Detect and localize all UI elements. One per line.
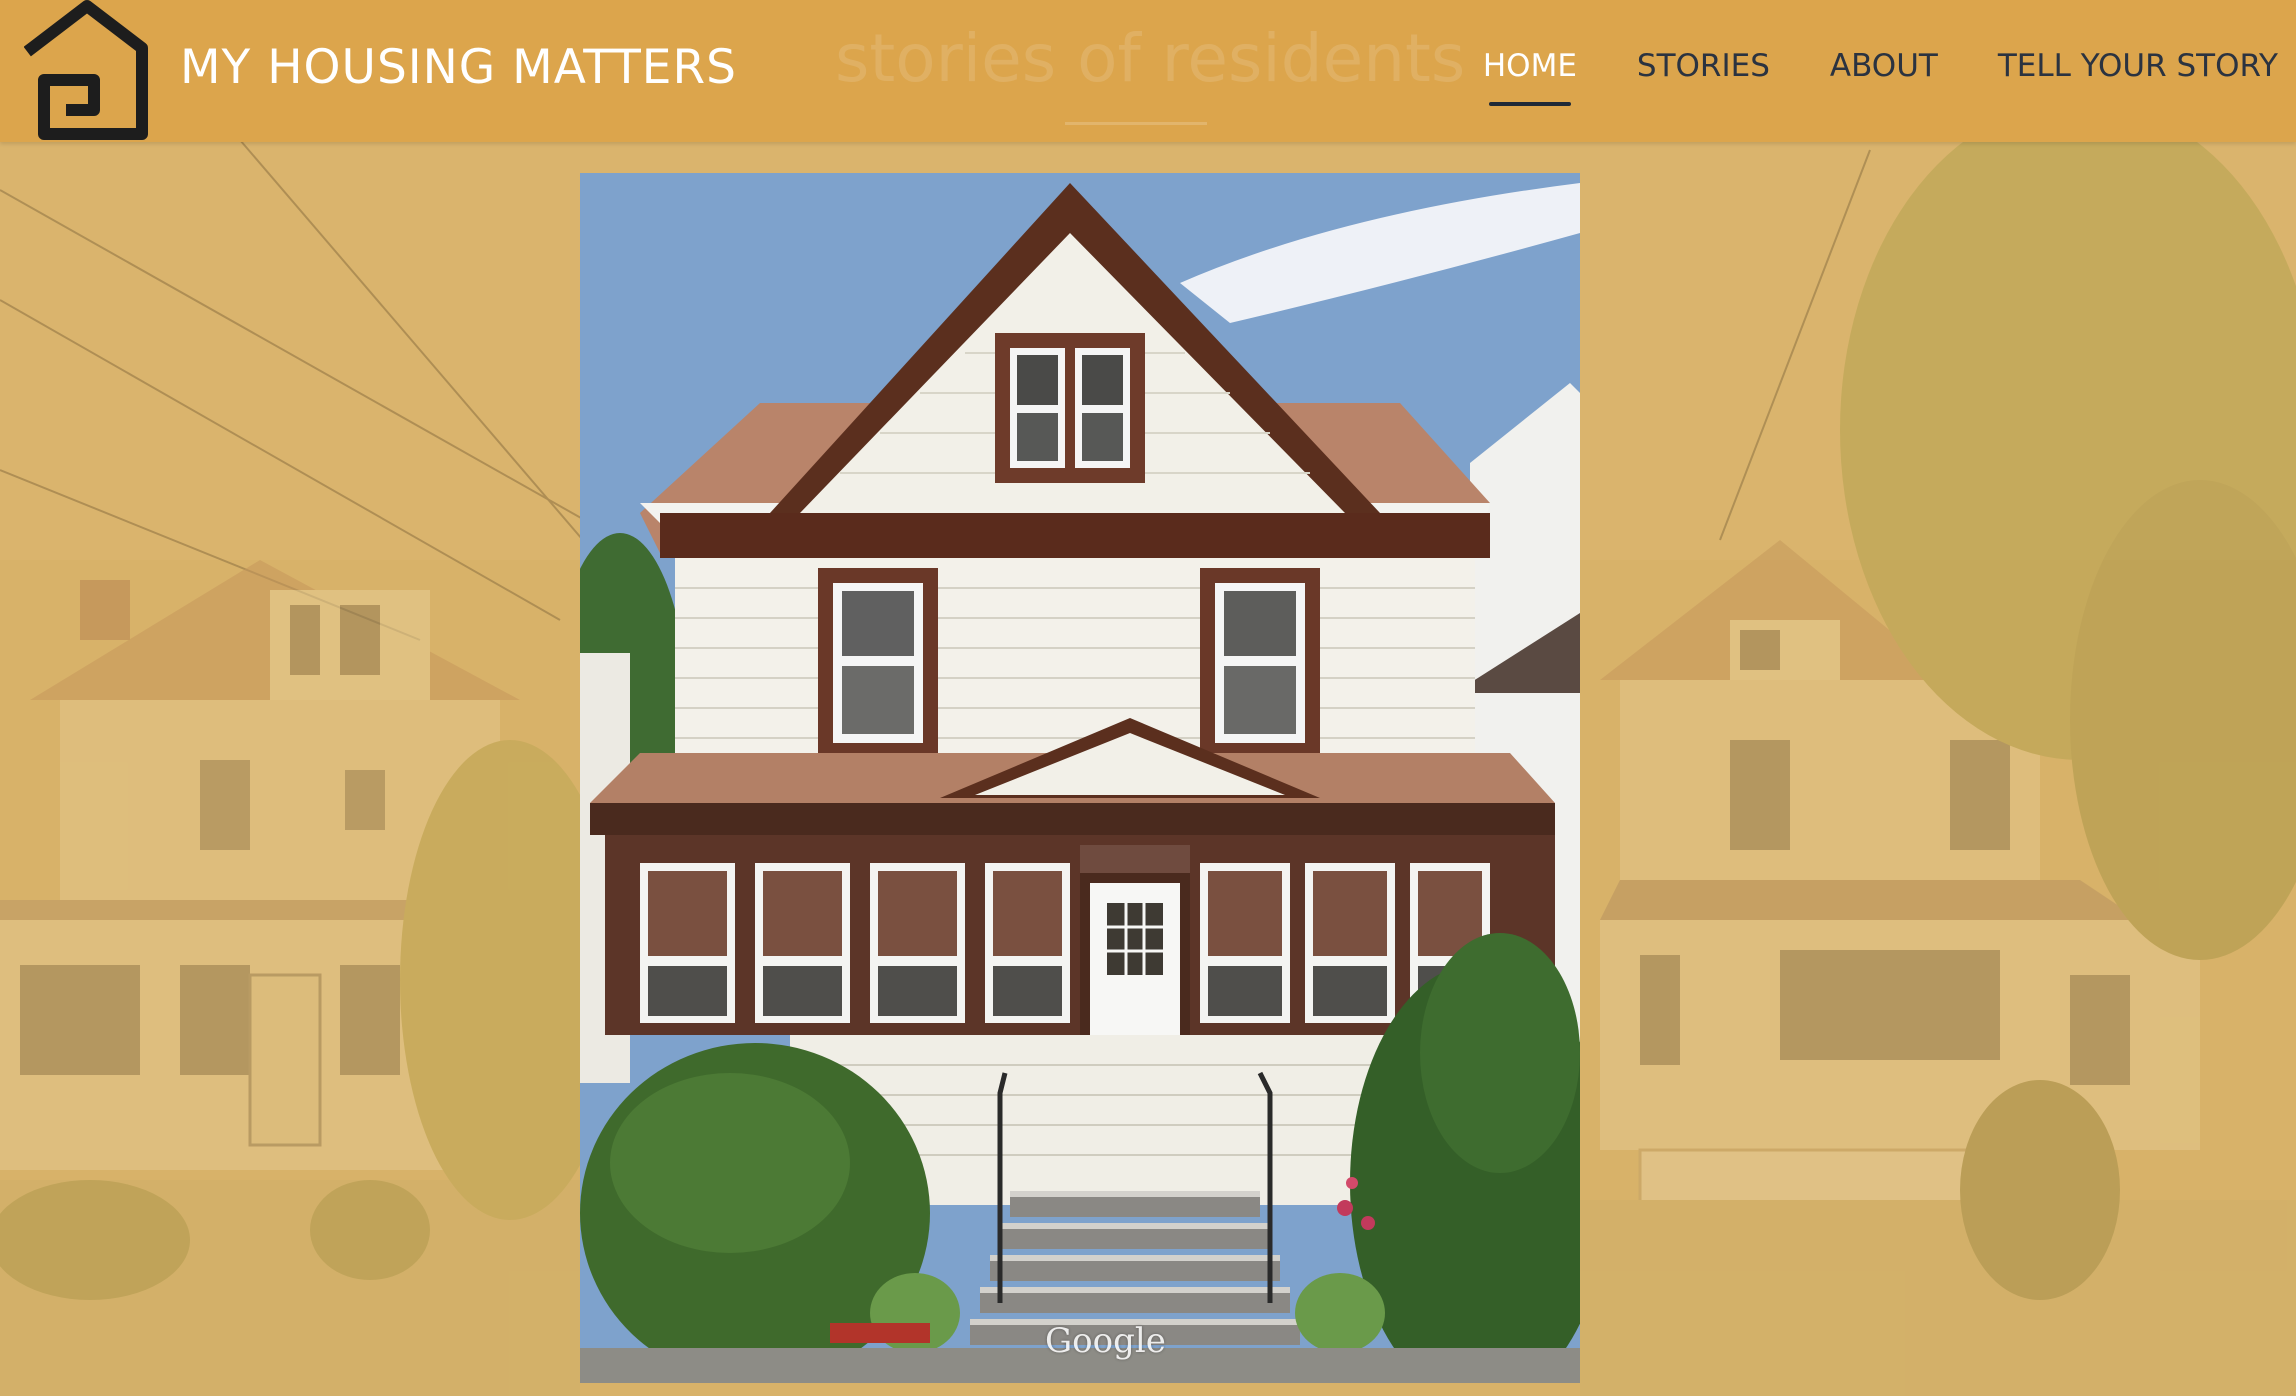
house-logo-icon[interactable] xyxy=(23,0,150,142)
site-header: MY HOUSING MATTERS stories of residents … xyxy=(0,0,2296,142)
tagline-divider xyxy=(1065,122,1207,125)
nav-tell-your-story[interactable]: TELL YOUR STORY xyxy=(1998,48,2278,84)
site-title[interactable]: MY HOUSING MATTERS xyxy=(180,40,737,95)
nav-about[interactable]: ABOUT xyxy=(1830,48,1938,84)
main-nav: HOME STORIES ABOUT TELL YOUR STORY xyxy=(1423,48,2278,106)
featured-house-photo: Google xyxy=(580,173,1580,1383)
nav-stories[interactable]: STORIES xyxy=(1637,48,1770,84)
site-tagline: stories of residents xyxy=(835,20,1466,97)
google-watermark: Google xyxy=(1045,1321,1166,1361)
nav-home[interactable]: HOME xyxy=(1483,48,1577,106)
